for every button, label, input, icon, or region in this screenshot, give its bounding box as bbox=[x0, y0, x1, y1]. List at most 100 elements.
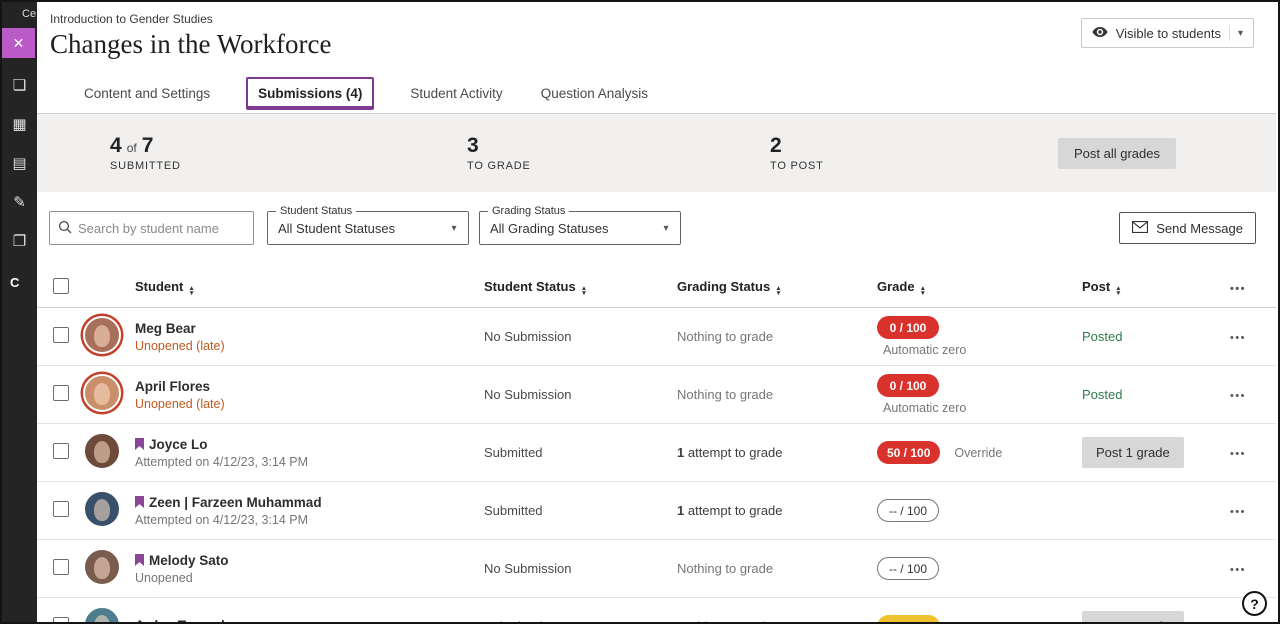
close-panel-button[interactable]: ✕ bbox=[2, 28, 35, 58]
grading-status-select[interactable]: Grading Status All Grading Statuses ▾ bbox=[479, 211, 681, 245]
column-header-post[interactable]: Post▲▼ bbox=[1082, 279, 1227, 295]
grade-pill[interactable]: 0 / 100 bbox=[877, 374, 939, 397]
grade-cell: 50 / 100 Override bbox=[877, 441, 1082, 464]
sort-icon: ▲▼ bbox=[1115, 287, 1121, 295]
content-icon[interactable]: ▤ bbox=[12, 156, 26, 171]
grade-pill[interactable]: -- / 100 bbox=[877, 499, 939, 522]
column-header-grading-status[interactable]: Grading Status▲▼ bbox=[677, 279, 877, 295]
sort-icon: ▲▼ bbox=[920, 287, 926, 295]
post-grade-button[interactable]: Post 1 grade bbox=[1082, 611, 1184, 624]
row-checkbox[interactable] bbox=[53, 559, 69, 575]
filter-row: Student Status All Student Statuses ▾ Gr… bbox=[49, 210, 1256, 246]
column-header-student-status[interactable]: Student Status▲▼ bbox=[484, 279, 677, 295]
to-post-count: 2 bbox=[770, 134, 782, 158]
row-overflow-menu[interactable]: ••• bbox=[1230, 390, 1246, 402]
submitted-total: 7 bbox=[142, 134, 154, 158]
grade-pill[interactable]: 0 / 100 bbox=[877, 316, 939, 339]
search-input[interactable] bbox=[78, 221, 245, 236]
table-overflow-menu[interactable]: ••• bbox=[1230, 283, 1246, 295]
student-status-select[interactable]: Student Status All Student Statuses ▾ bbox=[267, 211, 469, 245]
row-overflow-menu[interactable]: ••• bbox=[1230, 506, 1246, 518]
avatar bbox=[83, 374, 121, 412]
post-all-grades-button[interactable]: Post all grades bbox=[1058, 138, 1176, 169]
stats-bar: 4 of 7 SUBMITTED 3 TO GRADE 2 TO POST Po… bbox=[37, 114, 1276, 192]
flag-icon bbox=[135, 496, 144, 508]
student-name[interactable]: April Flores bbox=[135, 379, 210, 394]
row-checkbox[interactable] bbox=[53, 385, 69, 401]
to-grade-count: 3 bbox=[467, 134, 479, 158]
student-name[interactable]: Meg Bear bbox=[135, 321, 196, 336]
grading-status-value: 1 attempt to grade bbox=[677, 445, 877, 460]
document-icon[interactable]: ❏ bbox=[13, 78, 26, 93]
table-row: Zeen | Farzeen Muhammad Attempted on 4/1… bbox=[37, 482, 1276, 540]
sort-icon: ▲▼ bbox=[775, 287, 781, 295]
sort-icon: ▲▼ bbox=[188, 287, 194, 295]
posted-label: Posted bbox=[1082, 387, 1122, 402]
student-status-value: Submitted bbox=[484, 445, 677, 460]
table-row: Arden Tuomala Submitted Nothing to grade… bbox=[37, 598, 1276, 624]
grade-pill[interactable]: 70 / 100 bbox=[877, 615, 940, 624]
student-name[interactable]: Arden Tuomala bbox=[135, 618, 232, 624]
select-all-checkbox[interactable] bbox=[53, 278, 69, 294]
chevron-down-icon: ▾ bbox=[652, 223, 680, 234]
grade-pill[interactable]: 50 / 100 bbox=[877, 441, 940, 464]
main-panel: Introduction to Gender Studies Changes i… bbox=[37, 4, 1276, 620]
submissions-table: Student▲▼ Student Status▲▼ Grading Statu… bbox=[37, 268, 1276, 624]
tab-question-analysis[interactable]: Question Analysis bbox=[539, 77, 650, 110]
sidebar-icon-rail: ❏ ▦ ▤ ✎ ❐ bbox=[2, 78, 37, 249]
gradebook-icon[interactable]: ▦ bbox=[12, 117, 26, 132]
row-checkbox[interactable] bbox=[53, 501, 69, 517]
student-name[interactable]: Melody Sato bbox=[149, 553, 229, 568]
student-substatus: Unopened (late) bbox=[135, 397, 484, 411]
row-overflow-menu[interactable]: ••• bbox=[1230, 448, 1246, 460]
help-button[interactable]: ? bbox=[1242, 591, 1267, 616]
student-status-value: No Submission bbox=[484, 329, 677, 344]
row-checkbox[interactable] bbox=[53, 327, 69, 343]
table-row: Meg Bear Unopened (late) No Submission N… bbox=[37, 308, 1276, 366]
tab-submissions[interactable]: Submissions (4) bbox=[246, 77, 374, 110]
stat-to-grade: 3 TO GRADE bbox=[467, 134, 770, 172]
row-checkbox[interactable] bbox=[53, 617, 69, 624]
table-row: Melody Sato Unopened No Submission Nothi… bbox=[37, 540, 1276, 598]
grade-cell: 0 / 100 Automatic zero bbox=[877, 316, 1082, 357]
tab-content-and-settings[interactable]: Content and Settings bbox=[82, 77, 212, 110]
grade-cell: 0 / 100 Automatic zero bbox=[877, 374, 1082, 415]
row-overflow-menu[interactable]: ••• bbox=[1230, 564, 1246, 576]
app-window: Ce ✕ ❏ ▦ ▤ ✎ ❐ C Introduction to Gender Stud… bbox=[0, 0, 1280, 624]
edit-icon[interactable]: ✎ bbox=[13, 195, 26, 210]
student-status-value: Submitted bbox=[484, 503, 677, 518]
row-checkbox[interactable] bbox=[53, 443, 69, 459]
table-header-row: Student▲▼ Student Status▲▼ Grading Statu… bbox=[37, 268, 1276, 308]
send-message-button[interactable]: Send Message bbox=[1119, 212, 1256, 244]
avatar bbox=[83, 490, 121, 528]
submitted-count: 4 bbox=[110, 134, 122, 158]
sidebar-section-letter: C bbox=[10, 275, 37, 290]
visibility-dropdown[interactable]: Visible to students ▾ bbox=[1081, 18, 1254, 48]
envelope-icon bbox=[1132, 221, 1148, 236]
sort-icon: ▲▼ bbox=[581, 287, 587, 295]
eye-icon bbox=[1092, 26, 1108, 41]
override-label: Override bbox=[954, 446, 1002, 460]
post-grade-button[interactable]: Post 1 grade bbox=[1082, 437, 1184, 468]
student-name[interactable]: Joyce Lo bbox=[149, 437, 208, 452]
grade-cell: 70 / 100 bbox=[877, 615, 1082, 624]
column-header-student[interactable]: Student▲▼ bbox=[135, 279, 484, 295]
column-header-grade[interactable]: Grade▲▼ bbox=[877, 279, 1082, 295]
student-status-select-label: Student Status bbox=[276, 205, 356, 217]
course-sidebar: Ce ✕ ❏ ▦ ▤ ✎ ❐ C bbox=[2, 2, 37, 622]
to-grade-label: TO GRADE bbox=[467, 160, 770, 172]
stat-submitted: 4 of 7 SUBMITTED bbox=[110, 134, 467, 172]
tab-student-activity[interactable]: Student Activity bbox=[408, 77, 504, 110]
row-overflow-menu[interactable]: ••• bbox=[1230, 332, 1246, 344]
student-status-value: No Submission bbox=[484, 387, 677, 402]
sidebar-clipped-text: Ce bbox=[2, 2, 37, 20]
stat-to-post: 2 TO POST bbox=[770, 134, 1058, 172]
grading-status-value: Nothing to grade bbox=[677, 561, 877, 576]
grade-cell: -- / 100 bbox=[877, 499, 1082, 522]
student-name[interactable]: Zeen | Farzeen Muhammad bbox=[149, 495, 322, 510]
page-header: Introduction to Gender Studies Changes i… bbox=[37, 4, 1276, 74]
grade-pill[interactable]: -- / 100 bbox=[877, 557, 939, 580]
clipboard-icon[interactable]: ❐ bbox=[13, 234, 26, 249]
flag-icon bbox=[135, 438, 144, 450]
flag-icon bbox=[135, 554, 144, 566]
